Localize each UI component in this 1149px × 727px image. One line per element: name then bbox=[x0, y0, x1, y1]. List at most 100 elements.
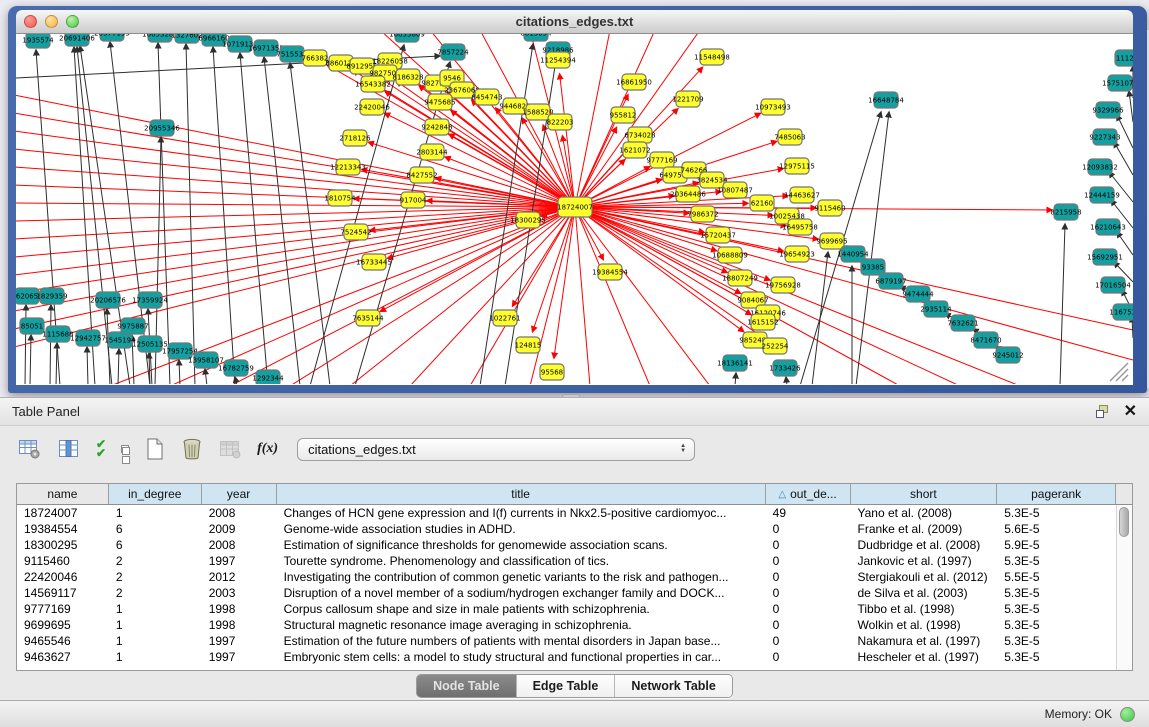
table-cell[interactable]: 1 bbox=[109, 649, 202, 665]
table-cell[interactable]: 5.5E-5 bbox=[997, 569, 1116, 585]
graph-node[interactable]: 8186328 bbox=[392, 69, 423, 85]
graph-node[interactable]: 19756928 bbox=[765, 277, 801, 293]
table-cell[interactable]: 9463627 bbox=[17, 649, 109, 665]
table-vertical-scrollbar[interactable] bbox=[1116, 505, 1132, 670]
table-cell[interactable]: 1 bbox=[109, 617, 202, 633]
graph-node[interactable]: 12975115 bbox=[779, 158, 815, 174]
table-cell[interactable]: 5.3E-5 bbox=[997, 585, 1116, 601]
table-cell[interactable]: 9699695 bbox=[17, 617, 109, 633]
graph-node[interactable]: 8427552 bbox=[406, 167, 437, 183]
table-cell[interactable]: Hescheler et al. (1997) bbox=[851, 649, 998, 665]
table-cell[interactable]: 0 bbox=[766, 585, 851, 601]
graph-node[interactable]: 16733445 bbox=[356, 254, 392, 270]
network-window-titlebar[interactable]: citations_edges.txt bbox=[16, 10, 1133, 34]
table-cell[interactable]: 2012 bbox=[202, 569, 277, 585]
column-chooser-icon[interactable] bbox=[57, 436, 81, 462]
table-cell[interactable]: Dudbridge et al. (2008) bbox=[851, 537, 998, 553]
column-header-out_de[interactable]: △out_de... bbox=[766, 484, 851, 504]
table-settings-icon[interactable] bbox=[18, 436, 42, 462]
graph-node[interactable]: 16210643 bbox=[1090, 219, 1126, 235]
graph-node[interactable]: 1115688 bbox=[42, 326, 73, 342]
network-canvas-svg[interactable]: 1935574206914062037719310653287132760269… bbox=[16, 34, 1133, 384]
tab-edge-table[interactable]: Edge Table bbox=[516, 675, 615, 697]
graph-node[interactable]: 20691406 bbox=[59, 34, 95, 46]
table-cell[interactable]: 2 bbox=[109, 569, 202, 585]
graph-node[interactable]: 7857224 bbox=[437, 44, 469, 60]
graph-node[interactable]: 955812 bbox=[610, 107, 637, 123]
graph-node[interactable]: 1292344 bbox=[252, 370, 284, 384]
graph-node[interactable]: 95568 bbox=[540, 364, 564, 380]
graph-node[interactable]: 1733426 bbox=[769, 360, 801, 376]
graph-node[interactable]: 16648784 bbox=[868, 92, 904, 108]
table-row[interactable]: 946362711997Embryonic stem cells: a mode… bbox=[17, 649, 1116, 665]
table-cell[interactable]: 5.6E-5 bbox=[997, 521, 1116, 537]
table-cell[interactable]: de Silva et al. (2003) bbox=[851, 585, 998, 601]
table-cell[interactable]: Stergiakouli et al. (2012) bbox=[851, 569, 998, 585]
graph-node[interactable]: 18807249 bbox=[722, 270, 758, 286]
graph-node[interactable]: 917004 bbox=[400, 192, 427, 208]
graph-node[interactable]: 9975887 bbox=[117, 318, 148, 334]
table-cell[interactable]: 2009 bbox=[202, 521, 277, 537]
table-row[interactable]: 1938455462009Genome-wide association stu… bbox=[17, 521, 1116, 537]
table-cell[interactable]: 49 bbox=[766, 505, 851, 521]
graph-node[interactable]: 7485063 bbox=[774, 129, 805, 145]
table-cell[interactable]: 0 bbox=[766, 537, 851, 553]
table-cell[interactable]: Genome-wide association studies in ADHD. bbox=[277, 521, 766, 537]
graph-node[interactable]: 11125 bbox=[1115, 50, 1133, 66]
graph-node[interactable]: 85051 bbox=[20, 318, 44, 334]
table-cell[interactable]: 0 bbox=[766, 521, 851, 537]
graph-node[interactable]: 19654923 bbox=[779, 246, 815, 262]
table-cell[interactable]: 22420046 bbox=[17, 569, 109, 585]
graph-node[interactable]: 15751074 bbox=[1102, 75, 1133, 91]
table-row[interactable]: 977716911998Corpus callosum shape and si… bbox=[17, 601, 1116, 617]
table-row[interactable]: 969969511998Structural magnetic resonanc… bbox=[17, 617, 1116, 633]
table-cell[interactable]: Tibbo et al. (1998) bbox=[851, 601, 998, 617]
table-cell[interactable]: 1 bbox=[109, 633, 202, 649]
graph-node[interactable]: 19384554 bbox=[592, 264, 628, 280]
table-row[interactable]: 1456911722003Disruption of a novel membe… bbox=[17, 585, 1116, 601]
table-cell[interactable]: 18300295 bbox=[17, 537, 109, 553]
table-cell[interactable]: 0 bbox=[766, 617, 851, 633]
table-cell[interactable]: 9465546 bbox=[17, 633, 109, 649]
table-cell[interactable]: Embryonic stem cells: a model to study s… bbox=[277, 649, 766, 665]
table-cell[interactable]: 2008 bbox=[202, 505, 277, 521]
import-table-disabled-icon[interactable] bbox=[218, 436, 242, 462]
table-cell[interactable]: 5.3E-5 bbox=[997, 633, 1116, 649]
graph-node[interactable]: 9115460 bbox=[814, 200, 845, 216]
graph-node[interactable]: 12093832 bbox=[1082, 159, 1118, 175]
table-cell[interactable]: 1998 bbox=[202, 601, 277, 617]
graph-node[interactable]: 7986372 bbox=[687, 206, 718, 222]
graph-node[interactable]: 8454743 bbox=[471, 89, 502, 105]
graph-node[interactable]: 18136141 bbox=[717, 355, 753, 371]
table-row[interactable]: 1872400712008Changes of HCN gene express… bbox=[17, 505, 1116, 521]
table-cell[interactable]: 19384554 bbox=[17, 521, 109, 537]
graph-node[interactable]: 7632621 bbox=[947, 315, 978, 331]
table-cell[interactable]: 9777169 bbox=[17, 601, 109, 617]
table-cell[interactable]: 0 bbox=[766, 633, 851, 649]
graph-node[interactable]: 93385 bbox=[861, 259, 885, 275]
table-cell[interactable]: 1997 bbox=[202, 633, 277, 649]
graph-node[interactable]: 252254 bbox=[762, 338, 789, 354]
memory-status-indicator[interactable] bbox=[1120, 707, 1135, 722]
column-header-title[interactable]: title bbox=[277, 484, 766, 504]
graph-node[interactable]: 822203 bbox=[547, 114, 574, 130]
graph-node[interactable]: 17016504 bbox=[1095, 277, 1131, 293]
network-select-dropdown[interactable]: citations_edges.txt ▲▼ bbox=[297, 438, 695, 461]
graph-node[interactable]: 20377193 bbox=[94, 34, 130, 41]
graph-node[interactable]: 124815 bbox=[515, 337, 542, 353]
table-cell[interactable]: Estimation of significance thresholds fo… bbox=[277, 537, 766, 553]
table-cell[interactable]: 1 bbox=[109, 601, 202, 617]
graph-node[interactable]: 1022761 bbox=[489, 310, 520, 326]
table-cell[interactable]: 5.3E-5 bbox=[997, 553, 1116, 569]
table-row[interactable]: 2242004622012Investigating the contribut… bbox=[17, 569, 1116, 585]
table-cell[interactable]: 5.3E-5 bbox=[997, 505, 1116, 521]
table-cell[interactable]: 2008 bbox=[202, 537, 277, 553]
close-panel-icon[interactable]: ✕ bbox=[1124, 405, 1137, 419]
table-cell[interactable]: Changes of HCN gene expression and I(f) … bbox=[277, 505, 766, 521]
graph-node[interactable]: 16033809 bbox=[389, 34, 425, 42]
new-table-icon[interactable] bbox=[144, 436, 166, 462]
network-canvas[interactable]: 1935574206914062037719310653287132760269… bbox=[16, 34, 1133, 385]
graph-node[interactable]: 14463627 bbox=[784, 187, 820, 203]
table-row[interactable]: 1830029562008Estimation of significance … bbox=[17, 537, 1116, 553]
delete-table-icon[interactable] bbox=[181, 436, 203, 462]
